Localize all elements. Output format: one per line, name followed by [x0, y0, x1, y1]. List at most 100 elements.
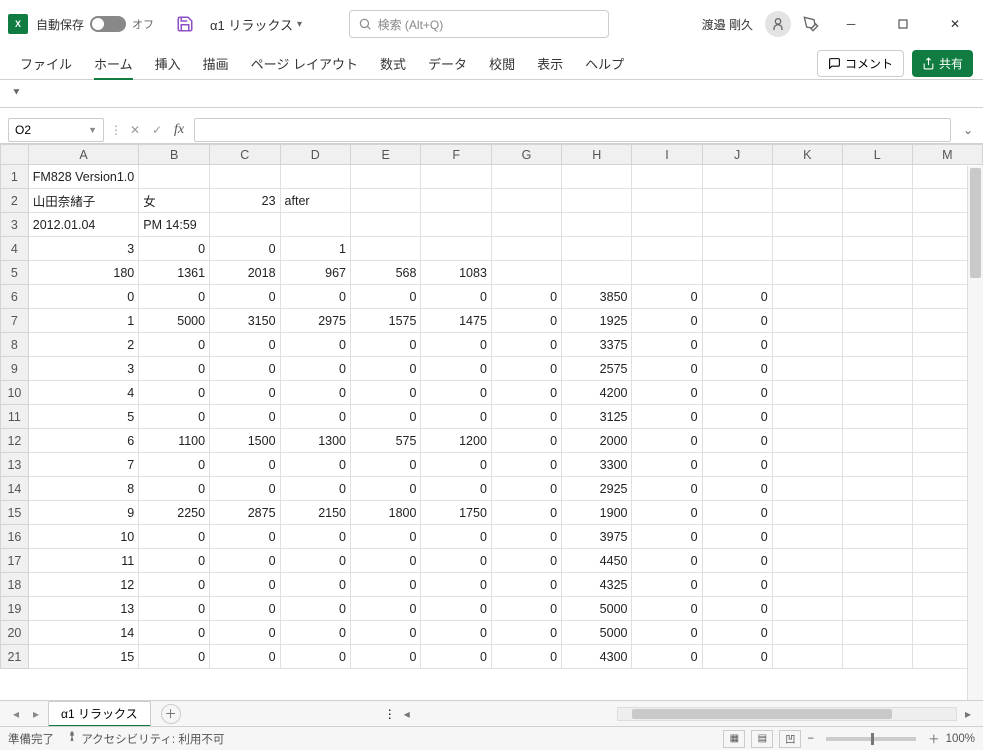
- cell-A10[interactable]: 4: [28, 381, 138, 405]
- row-header-7[interactable]: 7: [1, 309, 29, 333]
- cell-E7[interactable]: 1575: [351, 309, 421, 333]
- cell-B7[interactable]: 5000: [139, 309, 210, 333]
- cell-B1[interactable]: [139, 165, 210, 189]
- column-header-E[interactable]: E: [351, 145, 421, 165]
- cell-E3[interactable]: [351, 213, 421, 237]
- cell-E11[interactable]: 0: [351, 405, 421, 429]
- ribbon-tab-2[interactable]: 挿入: [145, 48, 191, 79]
- cell-F16[interactable]: 0: [421, 525, 491, 549]
- cell-I13[interactable]: 0: [632, 453, 702, 477]
- cell-G2[interactable]: [491, 189, 561, 213]
- column-header-M[interactable]: M: [912, 145, 982, 165]
- cell-E13[interactable]: 0: [351, 453, 421, 477]
- cell-K15[interactable]: [772, 501, 842, 525]
- cell-G1[interactable]: [491, 165, 561, 189]
- cell-L9[interactable]: [842, 357, 912, 381]
- cell-A6[interactable]: 0: [28, 285, 138, 309]
- accessibility-status[interactable]: アクセシビリティ: 利用不可: [66, 731, 224, 747]
- cell-B13[interactable]: 0: [139, 453, 210, 477]
- cell-I6[interactable]: 0: [632, 285, 702, 309]
- spreadsheet-table[interactable]: ABCDEFGHIJKLM1FM828 Version1.02山田奈緒子女23a…: [0, 144, 983, 669]
- cell-F18[interactable]: 0: [421, 573, 491, 597]
- user-name[interactable]: 渡邉 剛久: [702, 16, 753, 33]
- zoom-in-button[interactable]: ＋: [928, 731, 940, 747]
- cell-I5[interactable]: [632, 261, 702, 285]
- cell-C7[interactable]: 3150: [210, 309, 280, 333]
- cell-J9[interactable]: 0: [702, 357, 772, 381]
- cell-K11[interactable]: [772, 405, 842, 429]
- cell-G20[interactable]: 0: [491, 621, 561, 645]
- cell-C19[interactable]: 0: [210, 597, 280, 621]
- cell-B12[interactable]: 1100: [139, 429, 210, 453]
- cell-B5[interactable]: 1361: [139, 261, 210, 285]
- cell-D2[interactable]: after: [280, 189, 350, 213]
- page-layout-view-button[interactable]: ▤: [751, 730, 773, 748]
- row-header-10[interactable]: 10: [1, 381, 29, 405]
- cell-D13[interactable]: 0: [280, 453, 350, 477]
- cell-C6[interactable]: 0: [210, 285, 280, 309]
- cell-D1[interactable]: [280, 165, 350, 189]
- cell-J11[interactable]: 0: [702, 405, 772, 429]
- cell-F3[interactable]: [421, 213, 491, 237]
- cell-C11[interactable]: 0: [210, 405, 280, 429]
- sheet-tab-0[interactable]: α1 リラックス: [48, 701, 151, 727]
- cell-B15[interactable]: 2250: [139, 501, 210, 525]
- cell-B21[interactable]: 0: [139, 645, 210, 669]
- ribbon-tab-7[interactable]: 校閲: [479, 48, 525, 79]
- cell-E4[interactable]: [351, 237, 421, 261]
- cell-D15[interactable]: 2150: [280, 501, 350, 525]
- cell-K5[interactable]: [772, 261, 842, 285]
- cell-K6[interactable]: [772, 285, 842, 309]
- cell-I14[interactable]: 0: [632, 477, 702, 501]
- zoom-out-button[interactable]: −: [807, 733, 814, 745]
- cell-I1[interactable]: [632, 165, 702, 189]
- cell-L6[interactable]: [842, 285, 912, 309]
- chevron-down-icon[interactable]: ▾: [297, 19, 302, 30]
- name-box[interactable]: O2 ▼: [8, 118, 104, 142]
- grid-scroll[interactable]: ABCDEFGHIJKLM1FM828 Version1.02山田奈緒子女23a…: [0, 144, 983, 700]
- cell-G16[interactable]: 0: [491, 525, 561, 549]
- cell-J18[interactable]: 0: [702, 573, 772, 597]
- cell-G15[interactable]: 0: [491, 501, 561, 525]
- ribbon-tab-1[interactable]: ホーム: [84, 48, 143, 79]
- cell-K12[interactable]: [772, 429, 842, 453]
- cell-D14[interactable]: 0: [280, 477, 350, 501]
- cell-K18[interactable]: [772, 573, 842, 597]
- vertical-scrollbar[interactable]: [967, 166, 983, 700]
- column-header-L[interactable]: L: [842, 145, 912, 165]
- fx-icon[interactable]: fx: [174, 122, 184, 138]
- cell-C20[interactable]: 0: [210, 621, 280, 645]
- cell-D10[interactable]: 0: [280, 381, 350, 405]
- cell-H13[interactable]: 3300: [562, 453, 632, 477]
- cell-C8[interactable]: 0: [210, 333, 280, 357]
- column-header-A[interactable]: A: [28, 145, 138, 165]
- cell-H21[interactable]: 4300: [562, 645, 632, 669]
- cell-E10[interactable]: 0: [351, 381, 421, 405]
- cell-D5[interactable]: 967: [280, 261, 350, 285]
- horizontal-scrollbar[interactable]: [617, 707, 957, 721]
- cell-H17[interactable]: 4450: [562, 549, 632, 573]
- cell-G14[interactable]: 0: [491, 477, 561, 501]
- cell-L19[interactable]: [842, 597, 912, 621]
- ribbon-tab-3[interactable]: 描画: [193, 48, 239, 79]
- document-title[interactable]: α1 リラックス: [210, 15, 293, 34]
- cell-L10[interactable]: [842, 381, 912, 405]
- cell-K1[interactable]: [772, 165, 842, 189]
- cell-B6[interactable]: 0: [139, 285, 210, 309]
- cell-K2[interactable]: [772, 189, 842, 213]
- cell-L16[interactable]: [842, 525, 912, 549]
- ribbon-tab-6[interactable]: データ: [418, 48, 477, 79]
- cell-I7[interactable]: 0: [632, 309, 702, 333]
- column-header-K[interactable]: K: [772, 145, 842, 165]
- cell-I16[interactable]: 0: [632, 525, 702, 549]
- cell-I11[interactable]: 0: [632, 405, 702, 429]
- cell-H2[interactable]: [562, 189, 632, 213]
- cell-G7[interactable]: 0: [491, 309, 561, 333]
- cell-A12[interactable]: 6: [28, 429, 138, 453]
- share-button[interactable]: 共有: [912, 50, 973, 77]
- cell-H3[interactable]: [562, 213, 632, 237]
- cell-A5[interactable]: 180: [28, 261, 138, 285]
- cell-C13[interactable]: 0: [210, 453, 280, 477]
- cell-K20[interactable]: [772, 621, 842, 645]
- row-header-17[interactable]: 17: [1, 549, 29, 573]
